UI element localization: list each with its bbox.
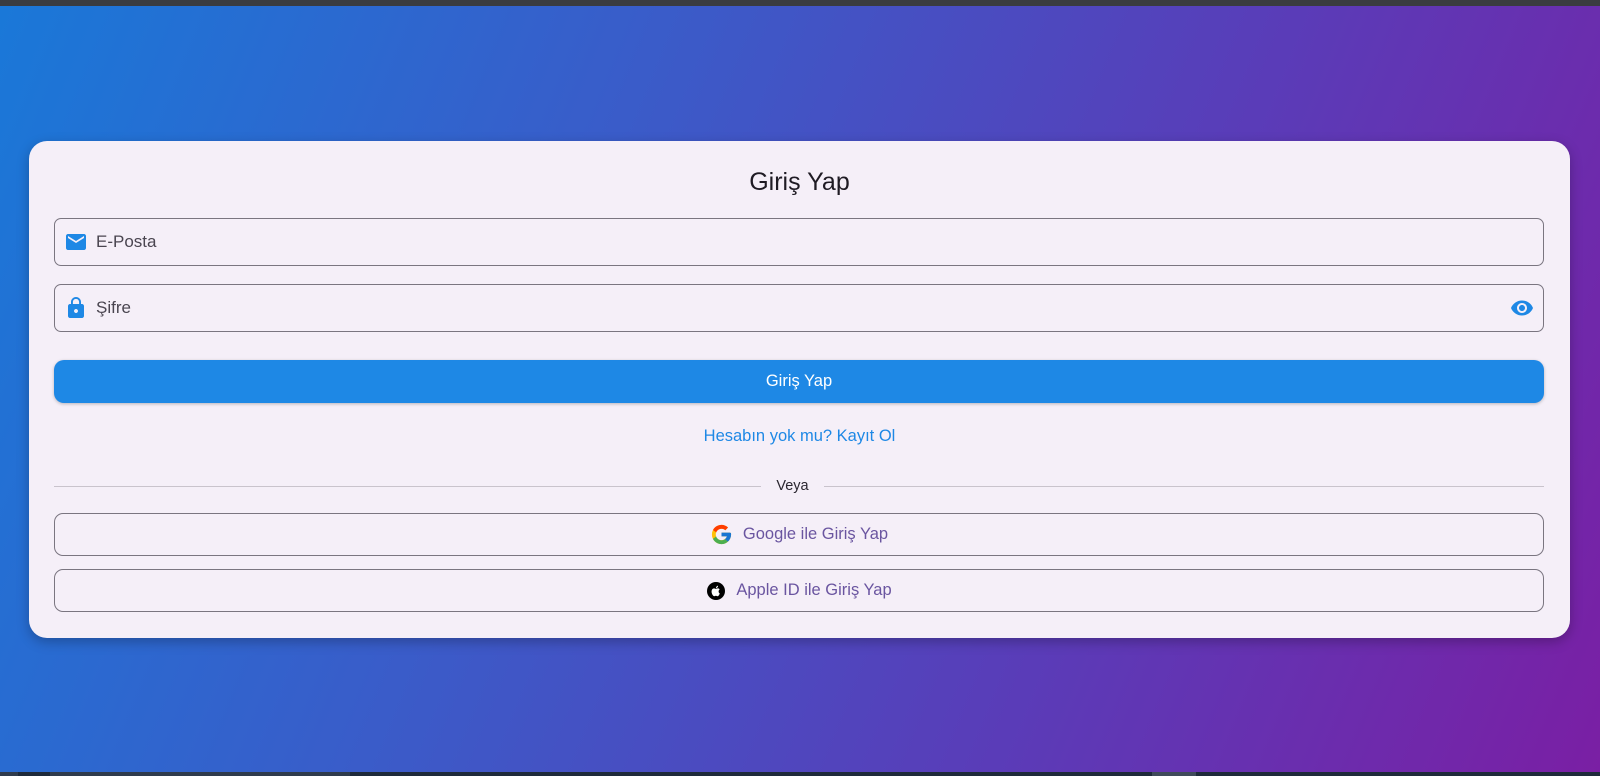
- email-placeholder: E-Posta: [96, 232, 157, 251]
- apple-logo-icon: [707, 581, 726, 600]
- taskbar-segment: [50, 772, 350, 776]
- password-placeholder: Şifre: [96, 298, 131, 317]
- password-field[interactable]: Şifre: [54, 284, 1544, 332]
- taskbar-strip: [0, 772, 1600, 776]
- taskbar-segment: [0, 772, 18, 776]
- divider-left: [54, 486, 761, 487]
- divider-right: [824, 486, 1544, 487]
- eye-icon[interactable]: [1509, 296, 1535, 320]
- google-logo-icon: [711, 524, 731, 545]
- mail-icon: [66, 234, 86, 250]
- lock-icon: [68, 297, 84, 318]
- register-link[interactable]: Hesabın yok mu? Kayıt Ol: [29, 427, 1570, 446]
- email-field[interactable]: E-Posta: [54, 218, 1544, 266]
- apple-login-label: Apple ID ile Giriş Yap: [736, 581, 892, 599]
- google-login-button[interactable]: Google ile Giriş Yap: [54, 513, 1544, 556]
- login-button[interactable]: Giriş Yap: [54, 360, 1544, 403]
- login-card: Giriş Yap E-Posta Şifre Giriş Yap Hesabı…: [29, 141, 1570, 638]
- page-title: Giriş Yap: [749, 168, 850, 196]
- apple-login-button[interactable]: Apple ID ile Giriş Yap: [54, 569, 1544, 612]
- divider-text: Veya: [776, 478, 809, 494]
- google-login-label: Google ile Giriş Yap: [742, 525, 889, 543]
- taskbar-segment: [1152, 772, 1196, 776]
